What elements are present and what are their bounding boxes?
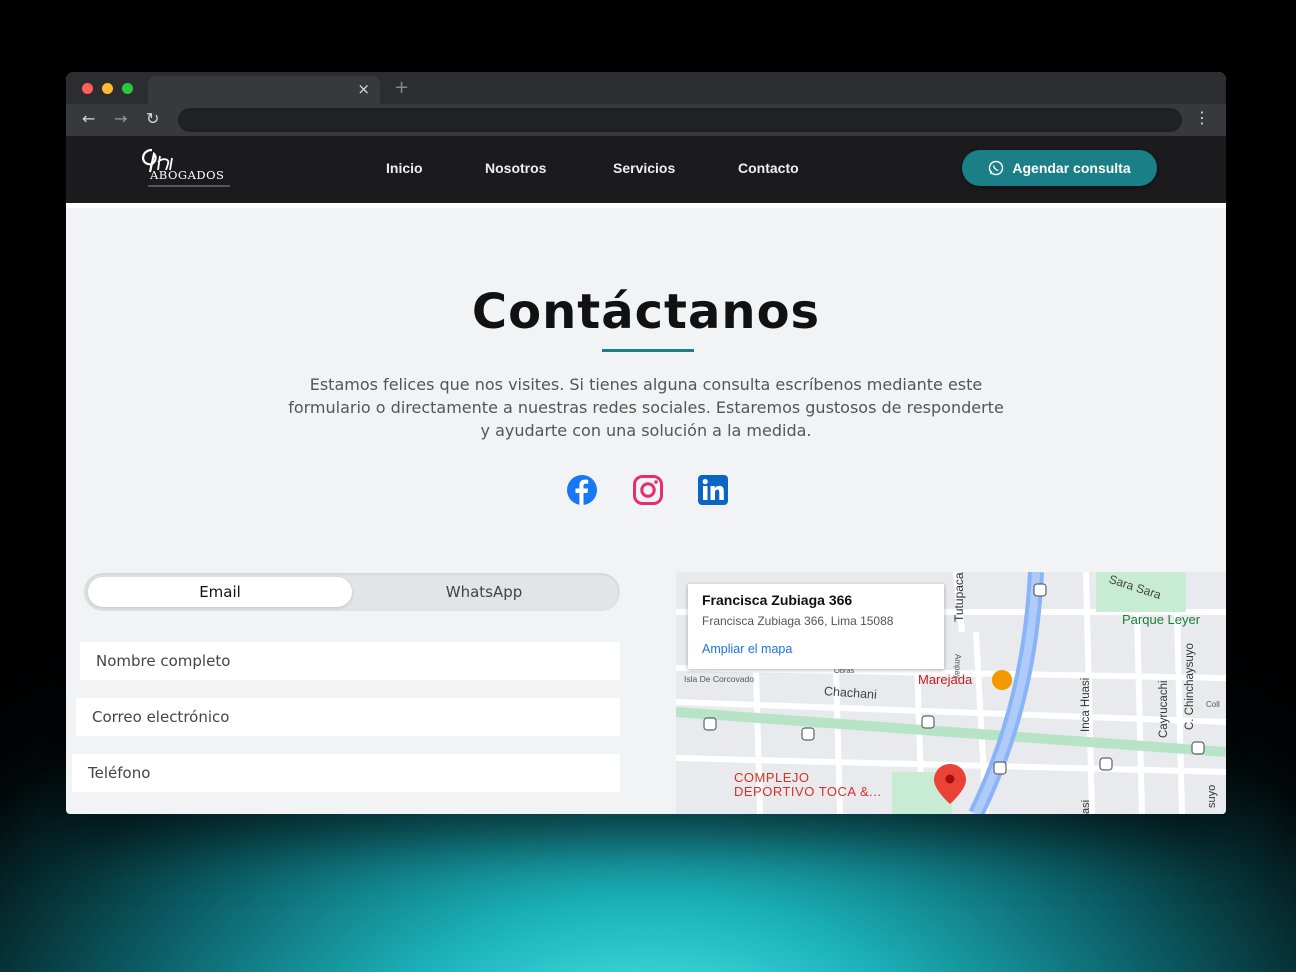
title-underline [602,349,694,352]
phone-field[interactable]: Teléfono [72,754,620,792]
map-label-corcovado: Isla De Corcovado [684,674,754,684]
tab-whatsapp[interactable]: WhatsApp [352,577,616,607]
browser-window: × + ← → ↻ ⋮ ABOGADOS Inicio Nosotros Ser… [66,72,1226,814]
location-map[interactable]: Sara Sara Parque Leyer Tutupaca Marejada… [676,572,1226,814]
lead-line: formulario o directamente a nuestras red… [288,398,1004,417]
lead-line: Estamos felices que nos visites. Si tien… [309,375,983,394]
map-label-asi: asi [1080,799,1092,814]
contact-section: Contáctanos Estamos felices que nos visi… [66,208,1226,814]
linkedin-icon[interactable] [697,474,729,506]
nav-servicios[interactable]: Servicios [613,160,675,176]
tab-email[interactable]: Email [88,577,352,607]
maximize-window-dot[interactable] [122,83,133,94]
map-label-tutupaca: Tutupaca [952,572,966,622]
lead-paragraph: Estamos felices que nos visites. Si tien… [246,373,1046,442]
map-label-chinchaysuyo: C. Chinchaysuyo [1184,643,1196,730]
contact-method-toggle: Email WhatsApp [84,573,620,611]
close-window-dot[interactable] [82,83,93,94]
nav-nosotros[interactable]: Nosotros [485,160,546,176]
browser-tab[interactable]: × [148,76,380,104]
browser-menu-icon[interactable]: ⋮ [1194,108,1210,127]
facebook-icon[interactable] [566,474,598,506]
logo[interactable]: ABOGADOS [138,146,234,190]
map-label-cayrucachi: Cayrucachi [1158,680,1170,738]
enlarge-map-link[interactable]: Ampliar el mapa [702,642,930,656]
map-label-parque: Parque Leyer [1122,612,1201,627]
forward-icon[interactable]: → [114,109,127,128]
address-bar[interactable] [178,108,1182,132]
agendar-consulta-button[interactable]: Agendar consulta [962,150,1157,186]
browser-tab-bar: × + [66,72,1226,104]
site-header: ABOGADOS Inicio Nosotros Servicios Conta… [66,136,1226,208]
page-title: Contáctanos [471,284,821,340]
nav-contacto[interactable]: Contacto [738,160,799,176]
map-label-inca: Inca Huasi [1080,677,1092,732]
map-label-complejo: COMPLEJO [734,770,810,785]
new-tab-icon[interactable]: + [394,77,409,98]
nav-inicio[interactable]: Inicio [386,160,423,176]
back-icon[interactable]: ← [82,109,95,128]
lead-line: y ayudarte con una solución a la medida. [480,421,812,440]
map-label-complejo-2: DEPORTIVO TOCA &... [734,784,882,799]
cta-label: Agendar consulta [1012,160,1131,176]
logo-text: ABOGADOS [150,168,225,182]
browser-toolbar: ← → ↻ ⋮ [66,104,1226,136]
minimize-window-dot[interactable] [102,83,113,94]
map-label-suyo: suyo [1206,784,1218,808]
place-address: Francisca Zubiaga 366, Lima 15088 [702,614,894,628]
map-info-card: Francisca Zubiaga 366 Francisca Zubiaga … [688,584,944,669]
map-label-col: Coll [1206,700,1220,709]
reload-icon[interactable]: ↻ [146,109,159,128]
place-title: Francisca Zubiaga 366 [702,592,853,608]
whatsapp-icon [989,160,1004,176]
instagram-icon[interactable] [632,474,664,506]
close-tab-icon[interactable]: × [357,80,370,98]
email-field[interactable]: Correo electrónico [76,698,620,736]
full-name-field[interactable]: Nombre completo [80,642,620,680]
restaurant-icon [992,670,1012,690]
map-label-ampay: Ampay [953,654,962,679]
map-label-marejada: Marejada [918,672,973,687]
